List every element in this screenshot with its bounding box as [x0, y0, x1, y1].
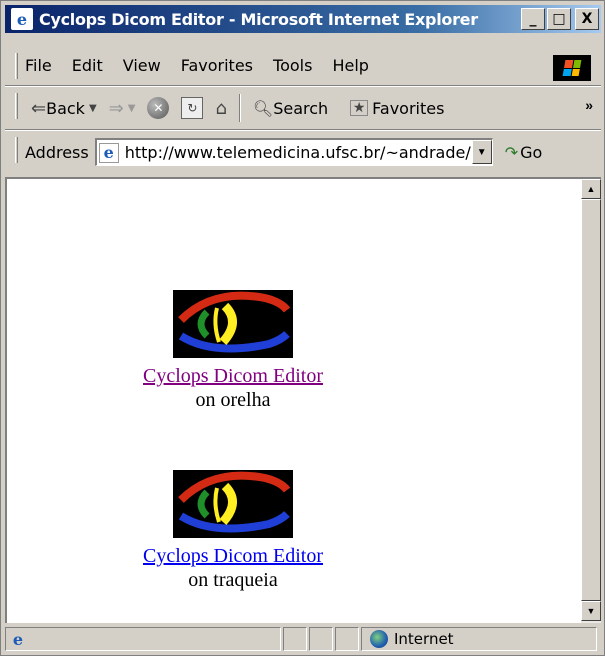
status-bar: e Internet	[5, 625, 601, 653]
close-button[interactable]: X	[575, 8, 599, 30]
link-subtitle: on traqueia	[188, 569, 278, 591]
globe-icon	[370, 630, 388, 648]
vertical-scrollbar[interactable]: ▲ ▼	[581, 179, 601, 623]
search-icon: 🔍︎	[252, 98, 274, 118]
title-bar[interactable]: e Cyclops Dicom Editor - Microsoft Inter…	[5, 5, 601, 33]
favorites-label: Favorites	[372, 98, 445, 118]
scroll-thumb[interactable]	[581, 199, 601, 601]
back-button[interactable]: ⇐ Back ▼	[25, 93, 103, 123]
cyclops-link-orelha[interactable]: Cyclops Dicom Editor	[103, 364, 363, 388]
menu-favorites[interactable]: Favorites	[171, 53, 263, 79]
status-cell	[335, 627, 359, 651]
address-input[interactable]: e http://www.telemedicina.ufsc.br/~andra…	[94, 138, 493, 166]
status-main-cell: e	[5, 627, 281, 651]
page-icon: e	[98, 142, 119, 163]
divider	[5, 129, 601, 131]
standard-toolbar: ⇐ Back ▼ ⇒ ▼ ✕ ↻ ⌂ 🔍︎ Search ★ Favorites…	[15, 89, 601, 127]
address-value[interactable]: http://www.telemedicina.ufsc.br/~andrade…	[125, 143, 471, 162]
address-grip[interactable]	[15, 137, 18, 163]
window-controls: _ □ X	[521, 8, 599, 30]
list-item: Cyclops Dicom Editor on orelha	[103, 290, 363, 412]
menu-grip[interactable]	[15, 53, 18, 79]
windows-logo-icon	[553, 55, 591, 81]
go-button[interactable]: ↷ Go	[505, 143, 543, 162]
refresh-button[interactable]: ↻	[175, 93, 209, 123]
list-item: Cyclops Dicom Editor on traqueia	[103, 470, 363, 592]
cyclops-eye-logo[interactable]	[173, 290, 293, 358]
favorites-star-icon: ★	[350, 100, 369, 116]
divider	[5, 85, 601, 87]
scroll-up-button[interactable]: ▲	[581, 179, 601, 199]
security-zone: Internet	[394, 630, 454, 648]
address-label: Address	[25, 142, 89, 162]
status-cell	[283, 627, 307, 651]
toolbar-separator	[238, 94, 241, 122]
go-arrow-icon: ↷	[504, 142, 519, 162]
stop-icon: ✕	[147, 97, 170, 119]
cyclops-link-traqueia[interactable]: Cyclops Dicom Editor	[103, 544, 363, 568]
go-label: Go	[520, 142, 543, 162]
maximize-button[interactable]: □	[547, 8, 571, 30]
status-cell	[309, 627, 333, 651]
ie-icon[interactable]: e	[11, 8, 33, 30]
menu-file[interactable]: File	[15, 53, 62, 79]
favorites-button[interactable]: ★ Favorites	[344, 93, 450, 123]
menu-view[interactable]: View	[113, 53, 171, 79]
menu-help[interactable]: Help	[322, 53, 378, 79]
minimize-button[interactable]: _	[521, 8, 545, 30]
cyclops-eye-logo[interactable]	[173, 470, 293, 538]
menu-edit[interactable]: Edit	[62, 53, 113, 79]
menu-tools[interactable]: Tools	[263, 53, 322, 79]
status-zone-cell: Internet	[361, 627, 597, 651]
forward-arrow-icon: ⇒	[108, 97, 124, 119]
page-icon: e	[12, 629, 24, 649]
toolbar-grip[interactable]	[15, 93, 18, 119]
address-dropdown-button[interactable]: ▼	[471, 140, 492, 164]
address-bar: Address e http://www.telemedicina.ufsc.b…	[15, 133, 601, 171]
link-subtitle: on orelha	[195, 389, 271, 411]
home-icon: ⌂	[215, 97, 227, 119]
home-button[interactable]: ⌂	[209, 93, 232, 123]
page-content: Cyclops Dicom Editor on orelha Cyclops D…	[5, 177, 601, 623]
stop-button[interactable]: ✕	[141, 93, 175, 123]
chevron-down-icon[interactable]: ▼	[89, 103, 97, 114]
window-title: Cyclops Dicom Editor - Microsoft Interne…	[39, 9, 478, 29]
forward-button[interactable]: ⇒ ▼	[103, 93, 142, 123]
back-label: Back	[46, 98, 85, 118]
back-arrow-icon: ⇐	[31, 97, 47, 119]
browser-window: e Cyclops Dicom Editor - Microsoft Inter…	[0, 0, 605, 656]
search-button[interactable]: 🔍︎ Search	[247, 93, 334, 123]
refresh-icon: ↻	[181, 97, 204, 119]
scroll-down-button[interactable]: ▼	[581, 601, 601, 621]
menu-bar: File Edit View Favorites Tools Help	[15, 49, 601, 83]
toolbar-overflow-chevron[interactable]: »	[585, 97, 593, 113]
chevron-down-icon[interactable]: ▼	[128, 103, 136, 114]
search-label: Search	[273, 98, 329, 118]
